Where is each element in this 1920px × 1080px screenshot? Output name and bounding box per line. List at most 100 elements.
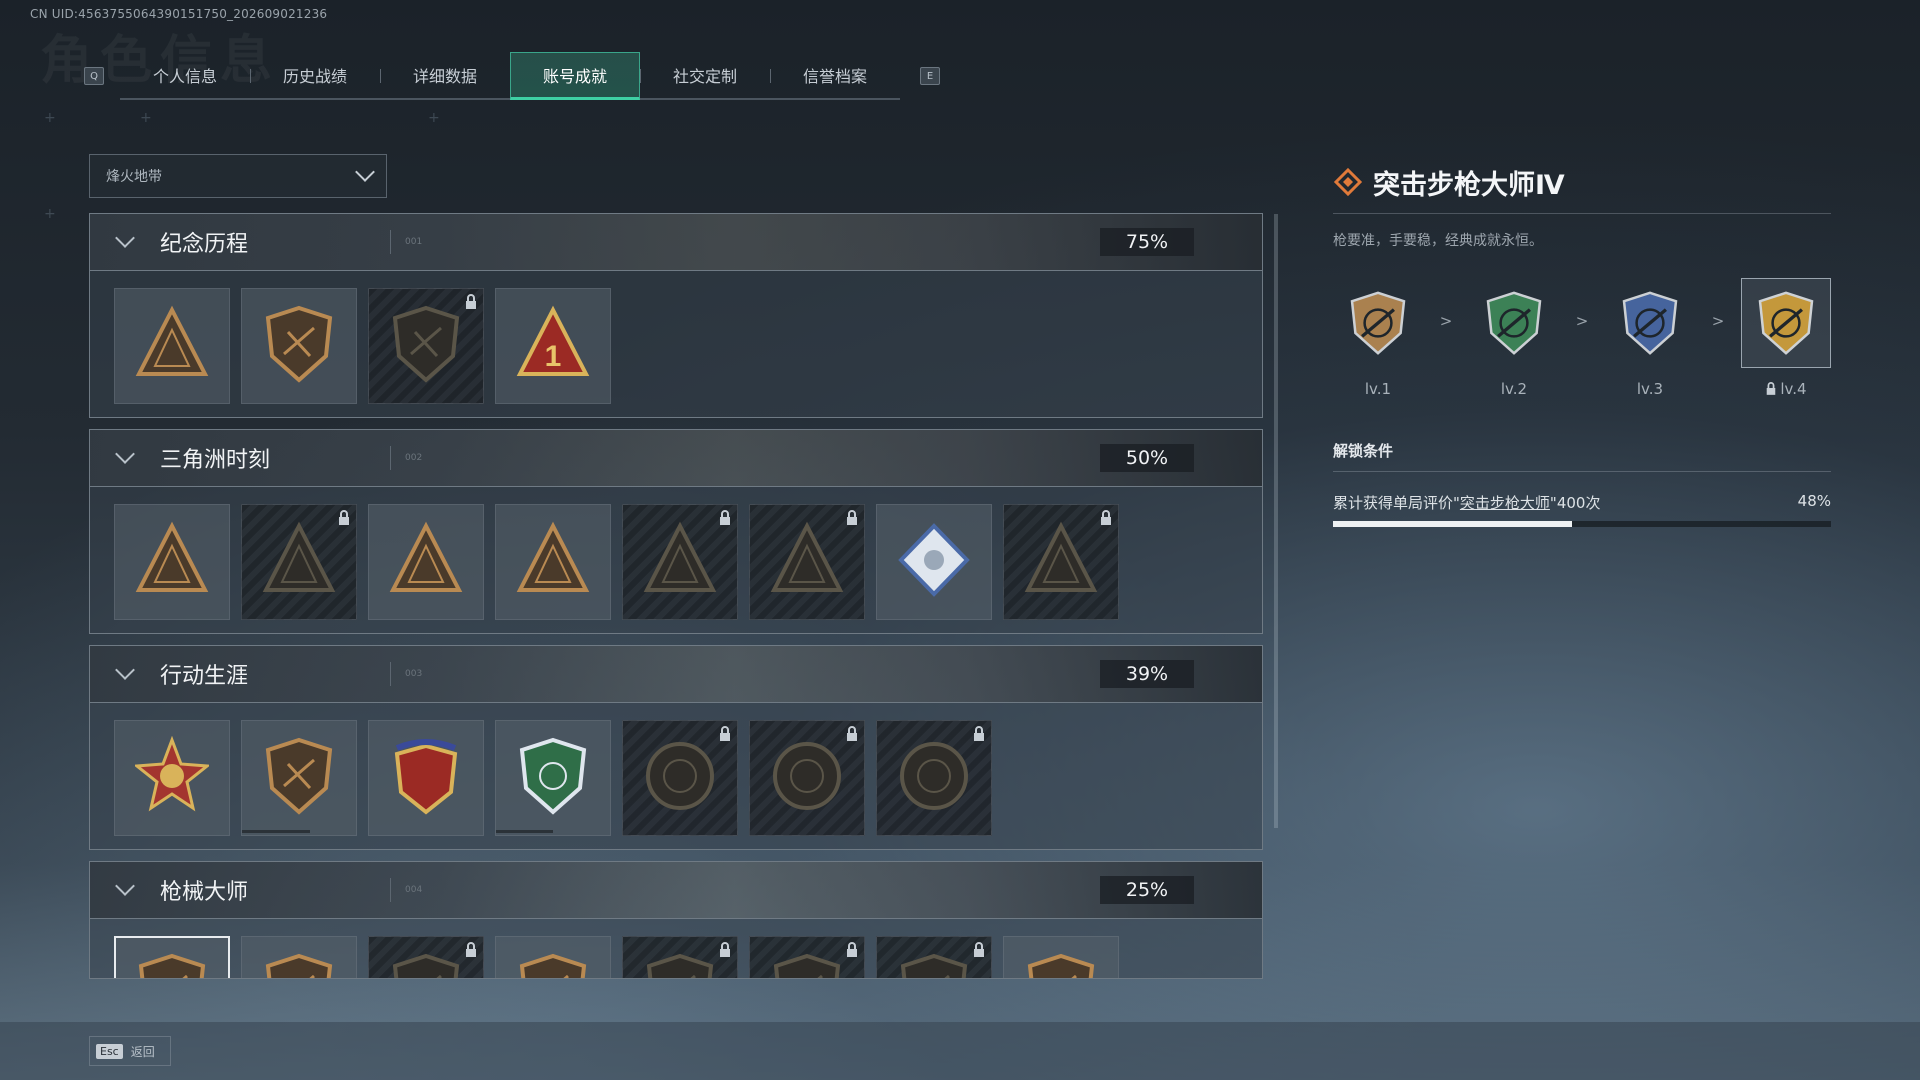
section-number: 003 <box>390 662 422 686</box>
achievement-list[interactable]: 纪念历程 001 75% 1 三角洲时刻 002 50% 行动生涯 003 39… <box>89 213 1263 980</box>
badge-cell[interactable] <box>114 504 230 620</box>
badge-cell[interactable] <box>622 504 738 620</box>
condition-link[interactable]: 突击步枪大师 <box>1460 494 1550 512</box>
deco-cross: + <box>140 110 152 126</box>
badge-cell[interactable] <box>495 936 611 978</box>
badge-progress <box>496 830 553 833</box>
section-title: 行动生涯 <box>160 664 249 689</box>
badge-cell[interactable] <box>241 720 357 836</box>
lock-icon <box>845 510 859 526</box>
badge-cell[interactable] <box>749 936 865 978</box>
achievement-section: 行动生涯 003 39% <box>89 645 1263 850</box>
tab-1[interactable]: 历史战绩 <box>250 52 380 98</box>
next-tab-key[interactable]: E <box>920 67 940 85</box>
supply-triangle-badge-icon <box>135 520 209 604</box>
triangle-shield-badge-icon <box>135 304 209 388</box>
mode-select[interactable]: 烽火地带 <box>89 154 387 198</box>
rose-diamond-badge-icon <box>897 520 971 604</box>
sniper-master-badge-icon <box>770 952 844 978</box>
green-shield-badge-icon <box>516 736 590 820</box>
tab-4[interactable]: 社交定制 <box>640 52 770 98</box>
tab-5[interactable]: 信誉档案 <box>770 52 900 98</box>
pistol-master-badge-icon <box>897 952 971 978</box>
section-badges: 1 <box>89 271 1263 418</box>
achievement-title: 突击步枪大师Ⅳ <box>1373 169 1565 201</box>
badge-cell[interactable] <box>876 720 992 836</box>
section-header[interactable]: 行动生涯 003 39% <box>89 645 1263 703</box>
back-label: 返回 <box>130 1044 155 1059</box>
badge-cell[interactable] <box>876 504 992 620</box>
badge-cell[interactable] <box>368 936 484 978</box>
level-track: lv.1 > lv.2 > lv.3 > lv.4 <box>1333 278 1831 398</box>
tab-3[interactable]: 账号成就 <box>510 52 640 100</box>
badge-cell[interactable] <box>368 288 484 404</box>
collapse-chevron-icon[interactable] <box>115 876 135 896</box>
section-header[interactable]: 枪械大师 004 25% <box>89 861 1263 919</box>
collapse-chevron-icon[interactable] <box>115 444 135 464</box>
level-label: lv.1 <box>1364 380 1392 398</box>
tab-2[interactable]: 详细数据 <box>380 52 510 98</box>
lock-icon <box>972 942 986 958</box>
deco-cross: + <box>428 110 440 126</box>
section-number: 004 <box>390 878 422 902</box>
deco-cross: + <box>44 110 56 126</box>
badge-cell[interactable] <box>876 936 992 978</box>
level-label: lv.2 <box>1500 380 1528 398</box>
level-arrow: > <box>1575 312 1589 330</box>
fish-triangle-badge-icon <box>770 520 844 604</box>
badge-cell[interactable] <box>114 288 230 404</box>
collapse-chevron-icon[interactable] <box>115 660 135 680</box>
section-number: 001 <box>390 230 422 254</box>
badge-cell[interactable]: 1 <box>495 288 611 404</box>
soldier-triangle-badge-icon <box>262 520 336 604</box>
badge-cell[interactable] <box>495 720 611 836</box>
level-item[interactable]: lv.2 <box>1469 278 1559 398</box>
level-label: lv.3 <box>1636 380 1664 398</box>
dice-triangle-badge-icon <box>389 520 463 604</box>
condition-progress-bar <box>1333 521 1831 527</box>
badge-cell[interactable] <box>495 504 611 620</box>
badge-cell[interactable] <box>241 936 357 978</box>
section-badges <box>89 919 1263 979</box>
lock-icon <box>845 942 859 958</box>
badge-cell[interactable] <box>114 720 230 836</box>
level-arrow: > <box>1439 312 1453 330</box>
section-header[interactable]: 三角洲时刻 002 50% <box>89 429 1263 487</box>
tab-bar: Q 个人信息 历史战绩 详细数据 账号成就 社交定制 信誉档案 E <box>84 52 940 100</box>
badge-cell[interactable] <box>368 504 484 620</box>
badge-cell[interactable] <box>622 720 738 836</box>
level-label: lv.4 <box>1780 380 1807 398</box>
list-scrollbar[interactable] <box>1274 214 1278 828</box>
section-header[interactable]: 纪念历程 001 75% <box>89 213 1263 271</box>
badge-cell[interactable] <box>1003 936 1119 978</box>
badge-progress <box>242 830 311 833</box>
condition-prefix: 累计获得单局评价" <box>1333 494 1460 512</box>
section-percent: 75% <box>1100 228 1194 256</box>
prev-tab-key[interactable]: Q <box>84 67 104 85</box>
condition-percent: 48% <box>1797 492 1831 510</box>
tab-0[interactable]: 个人信息 <box>120 52 250 98</box>
badge-cell[interactable] <box>114 936 230 978</box>
level-item[interactable]: lv.3 <box>1605 278 1695 398</box>
achievement-section: 枪械大师 004 25% <box>89 861 1263 979</box>
badge-cell[interactable] <box>622 936 738 978</box>
badge-cell[interactable] <box>368 720 484 836</box>
badge-cell[interactable] <box>749 504 865 620</box>
collapse-chevron-icon[interactable] <box>115 228 135 248</box>
level-item[interactable]: lv.4 <box>1741 278 1831 398</box>
badge-cell[interactable] <box>241 288 357 404</box>
footer-bar <box>0 1022 1920 1080</box>
number-one-badge-icon: 1 <box>516 304 590 388</box>
chevron-down-icon <box>355 162 375 182</box>
badge-cell[interactable] <box>241 504 357 620</box>
rifle-master-gold-icon <box>1741 278 1831 368</box>
badge-cell[interactable] <box>749 720 865 836</box>
lock-icon <box>718 726 732 742</box>
shotgun-master-badge-icon <box>389 952 463 978</box>
team-triangle-badge-icon <box>643 520 717 604</box>
back-button[interactable]: Esc 返回 <box>89 1036 171 1066</box>
launcher-master-badge-icon <box>1024 952 1098 978</box>
badge-cell[interactable] <box>1003 504 1119 620</box>
level-item[interactable]: lv.1 <box>1333 278 1423 398</box>
condition-progress-fill <box>1333 521 1573 527</box>
